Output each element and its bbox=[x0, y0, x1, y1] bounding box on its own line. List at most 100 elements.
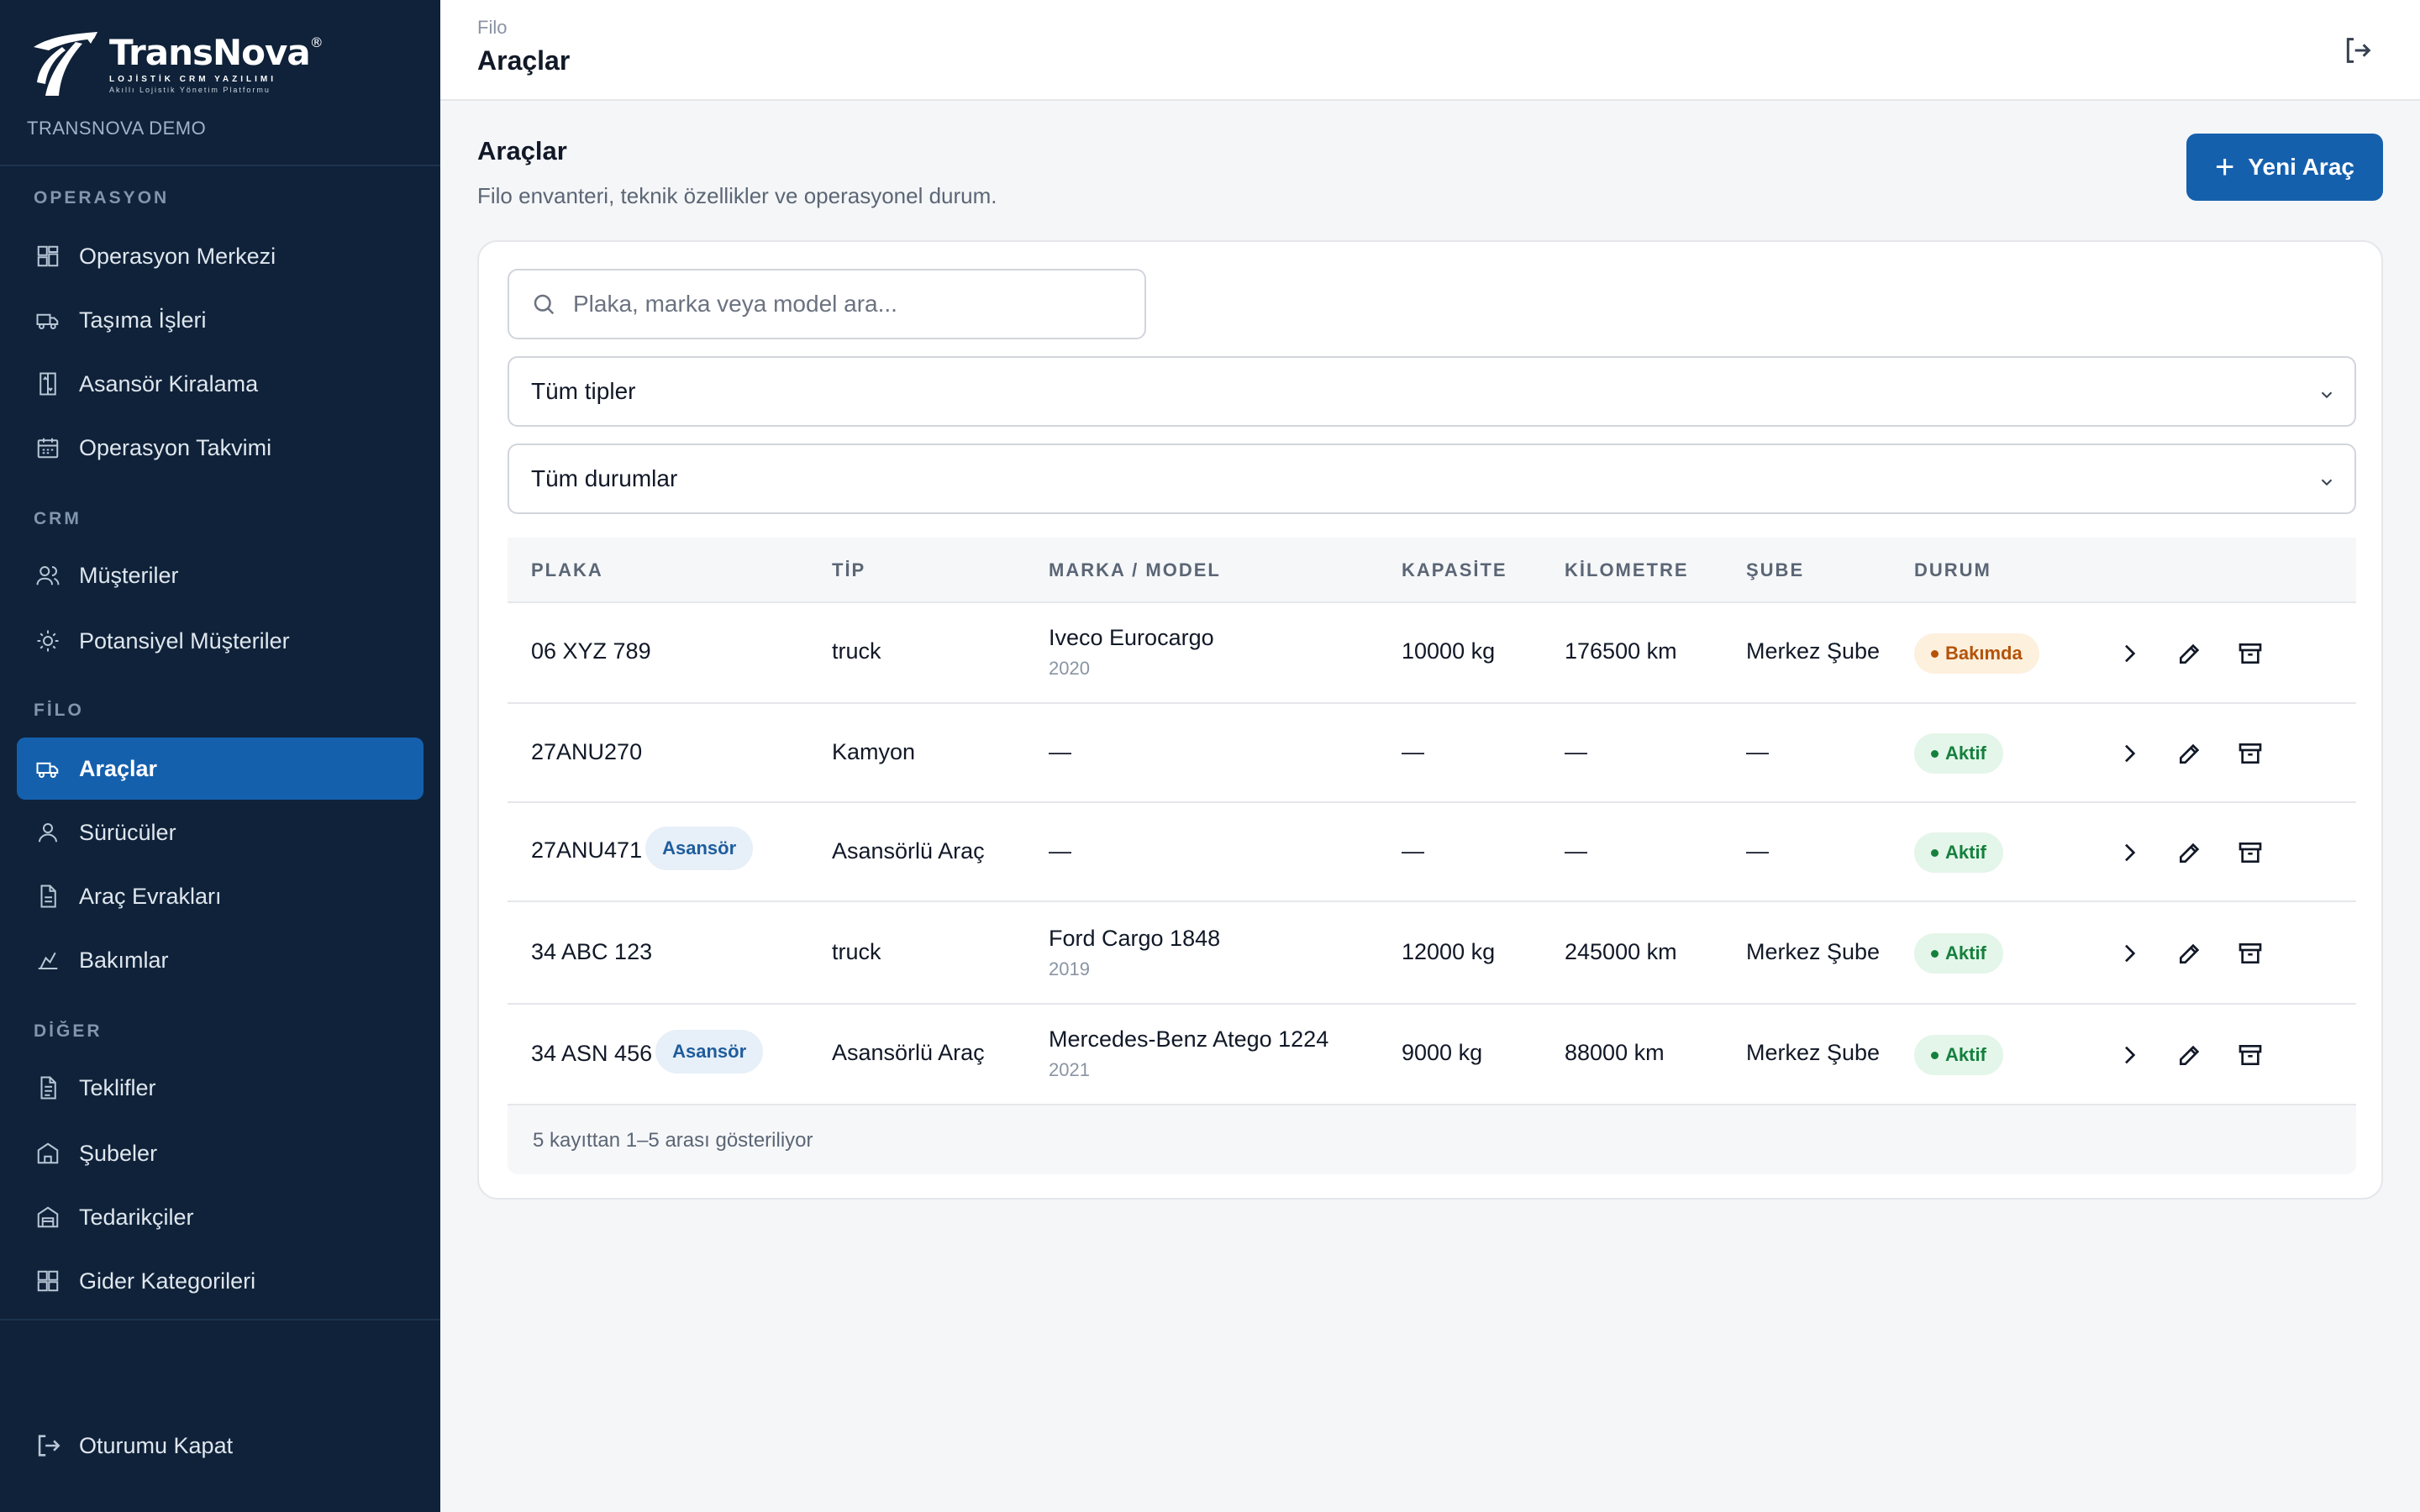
edit-button[interactable] bbox=[2173, 737, 2207, 770]
sidebar-item-label: Sürücüler bbox=[79, 819, 176, 845]
column-header-brand-model[interactable]: MARKA / MODEL bbox=[1049, 538, 1221, 603]
status-filter-select[interactable]: Tüm durumlar bbox=[508, 444, 2356, 514]
vehicles-table: PLAKA TİP MARKA / MODEL KAPASİTE KİLOMET… bbox=[508, 538, 2356, 1174]
logo-text: TransNova® LOJİSTİK CRM YAZILIMI Akıllı … bbox=[109, 32, 324, 95]
type-cell: truck bbox=[832, 939, 881, 964]
branch-cell: — bbox=[1746, 838, 1769, 864]
pencil-icon bbox=[2180, 1045, 2200, 1065]
branch-cell: — bbox=[1746, 739, 1769, 764]
mileage-cell: — bbox=[1565, 838, 1587, 864]
plate-cell: 27ANU270 bbox=[531, 739, 643, 764]
view-button[interactable] bbox=[2112, 637, 2146, 670]
sidebar-item-subeler[interactable]: Şubeler bbox=[17, 1122, 424, 1184]
vehicles-card: Tüm tipler Tüm durumlar PLAKA TİP MARKA … bbox=[477, 240, 2383, 1200]
sidebar-item-musteriler[interactable]: Müşteriler bbox=[17, 544, 424, 606]
sidebar-item-label: Asansör Kiralama bbox=[79, 370, 259, 396]
sidebar-item-gider-kategorileri[interactable]: Gider Kategorileri bbox=[17, 1250, 424, 1312]
sidebar-item-label: Teklifler bbox=[79, 1074, 156, 1100]
organization-name: TRANSNOVA DEMO bbox=[27, 118, 207, 139]
status-badge: Aktif bbox=[1914, 1035, 2003, 1075]
chevron-right-icon bbox=[2125, 944, 2136, 963]
archive-button[interactable] bbox=[2233, 937, 2267, 970]
status-label: Bakımda bbox=[1945, 643, 2023, 664]
column-header-type[interactable]: TİP bbox=[832, 538, 865, 603]
edit-button[interactable] bbox=[2173, 836, 2207, 869]
sidebar-item-operasyon-takvimi[interactable]: Operasyon Takvimi bbox=[17, 417, 424, 479]
logout-button[interactable]: Oturumu Kapat bbox=[34, 1431, 233, 1460]
table-row[interactable]: 06 XYZ 789 truck Iveco Eurocargo 2020 10… bbox=[508, 603, 2356, 704]
sidebar-item-tasima-isleri[interactable]: Taşıma İşleri bbox=[17, 289, 424, 351]
type-filter-value: Tüm tipler bbox=[531, 378, 636, 404]
archive-button[interactable] bbox=[2233, 836, 2267, 869]
sidebar-item-teklifler[interactable]: Teklifler bbox=[17, 1057, 424, 1119]
brand: TransNova® LOJİSTİK CRM YAZILIMI Akıllı … bbox=[0, 0, 440, 166]
type-filter-select[interactable]: Tüm tipler bbox=[508, 356, 2356, 427]
sidebar-item-potansiyel-musteriler[interactable]: Potansiyel Müşteriler bbox=[17, 610, 424, 672]
sun-icon bbox=[35, 628, 60, 654]
status-dot bbox=[1931, 649, 1939, 658]
model-name: Mercedes-Benz Atego 1224 bbox=[1049, 1026, 1329, 1052]
header-logout-button[interactable] bbox=[2341, 34, 2375, 67]
model-cell: Iveco Eurocargo 2020 bbox=[1049, 625, 1214, 680]
column-header-branch[interactable]: ŞUBE bbox=[1746, 538, 1804, 603]
logo[interactable]: TransNova® LOJİSTİK CRM YAZILIMI Akıllı … bbox=[27, 29, 413, 99]
model-cell: Mercedes-Benz Atego 1224 2021 bbox=[1049, 1026, 1328, 1081]
search-field[interactable] bbox=[508, 269, 1146, 339]
pencil-icon bbox=[2180, 843, 2200, 863]
status-dot bbox=[1931, 1051, 1939, 1059]
column-header-mileage[interactable]: KİLOMETRE bbox=[1565, 538, 1689, 603]
building-icon bbox=[35, 1141, 60, 1166]
sidebar-item-araclar[interactable]: Araçlar bbox=[17, 738, 424, 800]
column-header-status[interactable]: DURUM bbox=[1914, 538, 1991, 603]
table-row[interactable]: 27ANU270 Kamyon — — — — Aktif bbox=[508, 704, 2356, 803]
mileage-cell: — bbox=[1565, 739, 1587, 764]
type-cell: Kamyon bbox=[832, 739, 916, 764]
status-label: Aktif bbox=[1945, 842, 1986, 863]
edit-button[interactable] bbox=[2173, 1038, 2207, 1072]
mileage-cell: 245000 km bbox=[1565, 939, 1677, 964]
type-cell: Asansörlü Araç bbox=[832, 838, 985, 864]
file-text-icon bbox=[35, 1075, 60, 1100]
breadcrumb[interactable]: Filo bbox=[477, 17, 507, 39]
table-row[interactable]: 34 ASN 456 Asansör Asansörlü Araç Mercede… bbox=[508, 1005, 2356, 1105]
sidebar-item-operasyon-merkezi[interactable]: Operasyon Merkezi bbox=[17, 225, 424, 287]
type-cell: truck bbox=[832, 638, 881, 664]
grid-icon bbox=[35, 1268, 60, 1294]
capacity-cell: — bbox=[1402, 838, 1424, 864]
search-input[interactable] bbox=[573, 291, 1111, 318]
table-footer: 5 kayıttan 1–5 arası gösteriliyor bbox=[508, 1105, 2356, 1174]
model-year: 2021 bbox=[1049, 1059, 1090, 1080]
sidebar-item-asansor-kiralama[interactable]: Asansör Kiralama bbox=[17, 353, 424, 415]
sidebar: TransNova® LOJİSTİK CRM YAZILIMI Akıllı … bbox=[0, 0, 440, 1512]
view-button[interactable] bbox=[2112, 836, 2146, 869]
brand-registered: ® bbox=[309, 34, 324, 50]
sidebar-item-tedarikciler[interactable]: Tedarikçiler bbox=[17, 1186, 424, 1248]
column-header-plate[interactable]: PLAKA bbox=[531, 538, 603, 603]
view-button[interactable] bbox=[2112, 737, 2146, 770]
mileage-cell: 176500 km bbox=[1565, 638, 1677, 664]
elevator-tag: Asansör bbox=[655, 1030, 764, 1074]
archive-button[interactable] bbox=[2233, 637, 2267, 670]
sidebar-item-suruculer[interactable]: Sürücüler bbox=[17, 801, 424, 864]
nav-section-diger: DİĞER bbox=[34, 1021, 103, 1041]
sidebar-item-bakimlar[interactable]: Bakımlar bbox=[17, 929, 424, 991]
brand-name: TransNova bbox=[109, 32, 311, 73]
table-row[interactable]: 34 ABC 123 truck Ford Cargo 1848 2019 12… bbox=[508, 902, 2356, 1005]
view-button[interactable] bbox=[2112, 1038, 2146, 1072]
status-dot bbox=[1931, 749, 1939, 758]
table-row[interactable]: 27ANU471 Asansör Asansörlü Araç — — — — A… bbox=[508, 803, 2356, 902]
new-vehicle-button[interactable]: + Yeni Araç bbox=[2186, 134, 2383, 201]
archive-button[interactable] bbox=[2233, 737, 2267, 770]
column-header-capacity[interactable]: KAPASİTE bbox=[1402, 538, 1507, 603]
archive-icon bbox=[2238, 943, 2262, 963]
edit-button[interactable] bbox=[2173, 937, 2207, 970]
type-cell: Asansörlü Araç bbox=[832, 1040, 985, 1065]
model-cell: — bbox=[1049, 739, 1071, 764]
brand-tagline: LOJİSTİK CRM YAZILIMI bbox=[109, 75, 277, 84]
sidebar-item-arac-evraklari[interactable]: Araç Evrakları bbox=[17, 865, 424, 927]
plate-cell: 27ANU471 Asansör bbox=[531, 827, 754, 874]
model-name: Iveco Eurocargo bbox=[1049, 625, 1214, 650]
view-button[interactable] bbox=[2112, 937, 2146, 970]
edit-button[interactable] bbox=[2173, 637, 2207, 670]
archive-button[interactable] bbox=[2233, 1038, 2267, 1072]
